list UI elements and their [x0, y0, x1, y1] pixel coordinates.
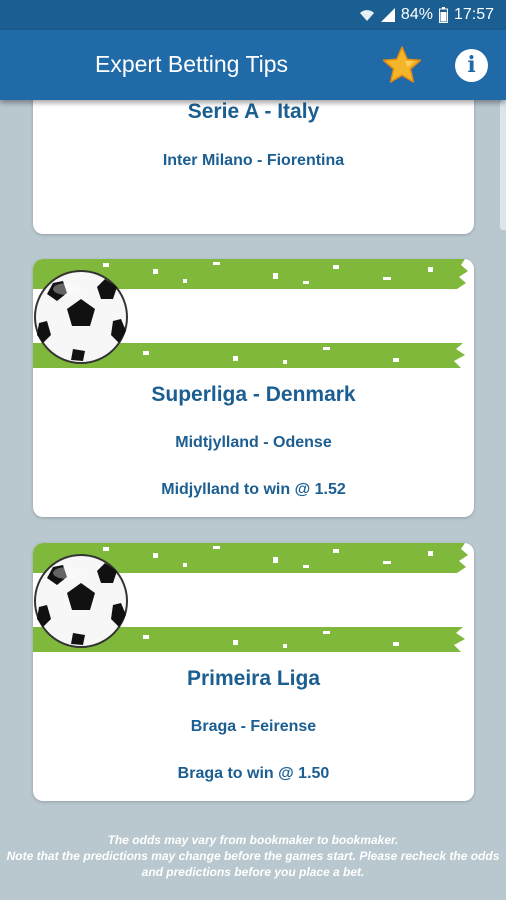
tips-list[interactable]: Serie A - Italy Inter Milano - Fiorentin…	[0, 100, 506, 815]
tip-prediction: Braga to win @ 1.50	[177, 765, 330, 782]
signal-icon	[380, 8, 395, 22]
disclaimer-line: Note that the predictions may change bef…	[6, 849, 500, 879]
disclaimer: The odds may vary from bookmaker to book…	[0, 832, 506, 880]
league-title: Superliga - Denmark	[151, 383, 356, 406]
league-title: Primeira Liga	[186, 667, 321, 690]
tip-card[interactable]: Serie A - Italy Inter Milano - Fiorentin…	[33, 100, 474, 234]
soccer-banner	[33, 259, 474, 368]
tip-card[interactable]: Primeira Liga Braga - Feirense Braga to …	[33, 543, 474, 801]
league-title: Serie A - Italy	[187, 100, 320, 123]
tip-card[interactable]: Superliga - Denmark Midtjylland - Odense…	[33, 259, 474, 517]
battery-icon	[438, 7, 448, 23]
soccer-ball-icon	[34, 270, 128, 364]
info-button[interactable]: i	[455, 49, 488, 82]
match-teams: Inter Milano - Fiorentina	[162, 152, 345, 169]
scrollbar[interactable]	[500, 100, 506, 230]
match-teams: Midtjylland - Odense	[175, 434, 332, 451]
soccer-banner	[33, 543, 474, 652]
star-icon	[382, 46, 422, 83]
app-bar: Expert Betting Tips i	[0, 30, 506, 100]
soccer-ball-icon	[34, 554, 128, 648]
tip-prediction: Midjylland to win @ 1.52	[161, 481, 346, 498]
app-title: Expert Betting Tips	[95, 51, 289, 77]
battery-percent: 84%	[400, 6, 433, 23]
wifi-icon	[359, 10, 374, 21]
match-teams: Braga - Feirense	[190, 718, 317, 735]
disclaimer-line: The odds may vary from bookmaker to book…	[107, 833, 399, 847]
favorites-button[interactable]	[381, 44, 423, 86]
status-bar: 84% 17:57	[0, 0, 506, 30]
clock: 17:57	[453, 6, 494, 23]
